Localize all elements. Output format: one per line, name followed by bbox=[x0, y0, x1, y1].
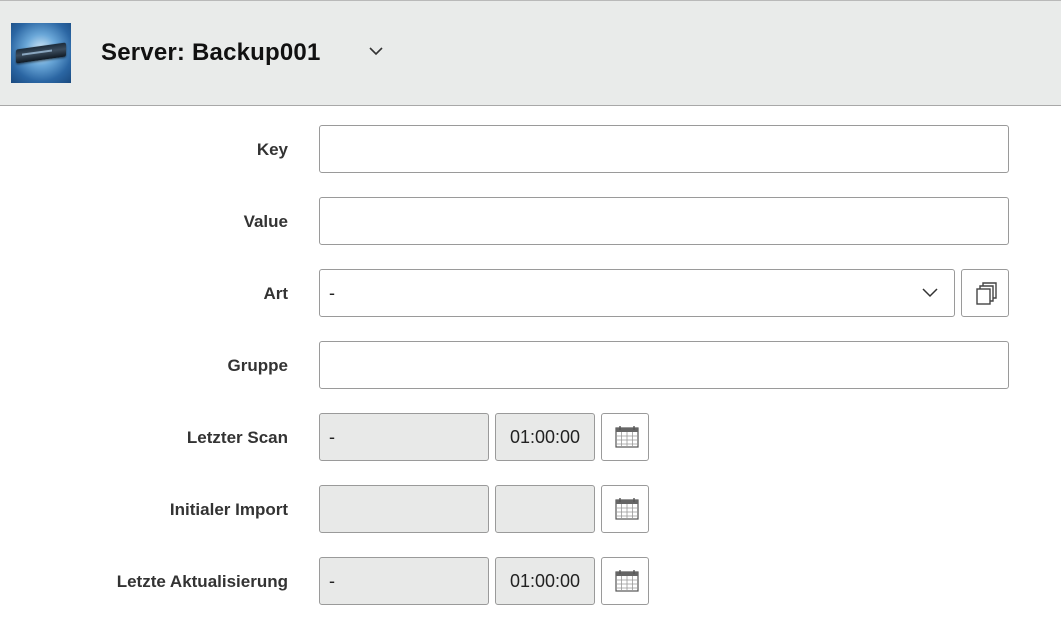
calendar-icon bbox=[615, 570, 639, 592]
initialer-import-calendar-button[interactable] bbox=[601, 485, 649, 533]
key-input[interactable] bbox=[319, 125, 1009, 173]
letzter-scan-label: Letzter Scan bbox=[186, 428, 288, 447]
gruppe-label: Gruppe bbox=[227, 356, 288, 375]
value-label: Value bbox=[243, 212, 288, 231]
page-title: Server: Backup001 bbox=[101, 39, 321, 66]
initialer-import-date bbox=[319, 485, 489, 533]
copy-icon bbox=[976, 282, 997, 305]
chevron-down-icon bbox=[922, 288, 938, 298]
chevron-down-icon[interactable] bbox=[368, 45, 384, 57]
art-select[interactable]: - bbox=[319, 269, 955, 317]
calendar-icon bbox=[615, 426, 639, 448]
letzter-scan-time: 01:00:00 bbox=[495, 413, 595, 461]
initialer-import-label: Initialer Import bbox=[169, 500, 288, 519]
art-selected-value: - bbox=[329, 283, 335, 303]
letzter-scan-calendar-button[interactable] bbox=[601, 413, 649, 461]
letzte-aktualisierung-time: 01:00:00 bbox=[495, 557, 595, 605]
letzte-aktualisierung-date: - bbox=[319, 557, 489, 605]
key-label: Key bbox=[256, 140, 288, 159]
gruppe-input[interactable] bbox=[319, 341, 1009, 389]
art-copy-button[interactable] bbox=[961, 269, 1009, 317]
calendar-icon bbox=[615, 498, 639, 520]
value-input[interactable] bbox=[319, 197, 1009, 245]
initialer-import-time bbox=[495, 485, 595, 533]
letzte-aktualisierung-label: Letzte Aktualisierung bbox=[116, 572, 288, 591]
page-header: Server: Backup001 bbox=[0, 0, 1061, 106]
server-icon bbox=[11, 23, 71, 83]
letzter-scan-date: - bbox=[319, 413, 489, 461]
letzte-aktualisierung-calendar-button[interactable] bbox=[601, 557, 649, 605]
art-label: Art bbox=[263, 284, 288, 303]
